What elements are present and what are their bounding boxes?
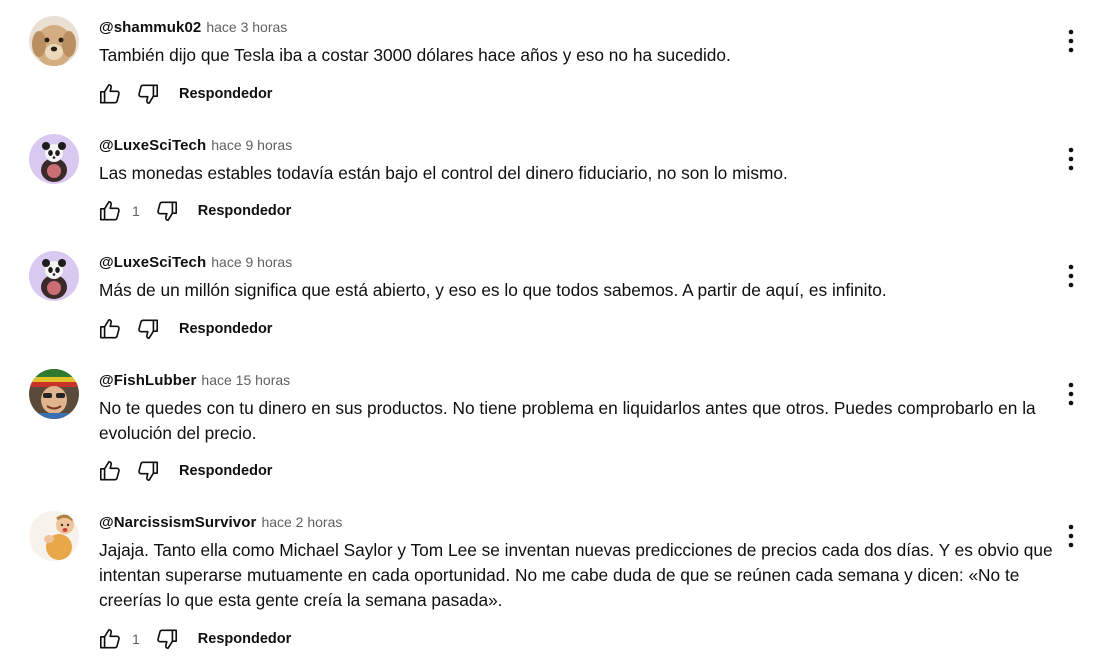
dislike-button[interactable] [153, 197, 181, 225]
comment-header: @LuxeSciTech hace 9 horas [99, 251, 292, 273]
reply-button[interactable]: Respondedor [179, 86, 272, 102]
thumbs-down-icon [138, 319, 159, 340]
panda-avatar-icon [29, 134, 79, 184]
comment-text: Más de un millón significa que está abie… [99, 280, 887, 300]
comment-text: También dijo que Tesla iba a costar 3000… [99, 45, 731, 65]
dog-avatar-icon [29, 16, 79, 66]
comment-author[interactable]: @FishLubber [99, 372, 196, 389]
comment-author[interactable]: @NarcissismSurvivor [99, 514, 256, 531]
reply-button[interactable]: Respondedor [198, 203, 291, 219]
comment-text: No te quedes con tu dinero en sus produc… [99, 398, 1036, 443]
avatar[interactable] [29, 134, 79, 184]
thumbs-up-icon [99, 83, 120, 104]
more-vert-icon [1068, 524, 1074, 548]
reply-button[interactable]: Respondedor [198, 631, 291, 647]
more-vert-icon [1068, 29, 1074, 53]
thumbs-down-icon [156, 629, 177, 650]
comment-menu-button[interactable] [1060, 26, 1082, 56]
like-count: 1 [132, 203, 140, 219]
dislike-button[interactable] [134, 457, 162, 485]
dislike-button[interactable] [134, 80, 162, 108]
comment-actions: 1 Respondedor [96, 625, 291, 653]
person-avatar-icon [29, 369, 79, 419]
avatar[interactable] [29, 369, 79, 419]
comment-header: @shammuk02 hace 3 horas [99, 16, 287, 38]
thumbs-down-icon [138, 84, 159, 105]
dislike-button[interactable] [134, 315, 162, 343]
like-button[interactable] [96, 197, 124, 225]
comment-actions: Respondedor [96, 457, 272, 485]
comment-author[interactable]: @LuxeSciTech [99, 137, 206, 154]
comment-actions: Respondedor [96, 80, 272, 108]
thumbs-down-icon [156, 201, 177, 222]
comment-menu-button[interactable] [1060, 379, 1082, 409]
avatar[interactable] [29, 251, 79, 301]
comment-time[interactable]: hace 9 horas [211, 137, 292, 153]
comment-header: @NarcissismSurvivor hace 2 horas [99, 511, 342, 533]
comment-author[interactable]: @shammuk02 [99, 19, 201, 36]
comments-section: @shammuk02 hace 3 horas También dijo que… [0, 0, 1100, 663]
like-button[interactable] [96, 625, 124, 653]
thumbs-up-icon [99, 200, 120, 221]
thumbs-up-icon [99, 318, 120, 339]
comment-actions: Respondedor [96, 315, 272, 343]
comment-time[interactable]: hace 9 horas [211, 254, 292, 270]
baby-avatar-icon [29, 511, 79, 561]
comment-menu-button[interactable] [1060, 144, 1082, 174]
thumbs-up-icon [99, 628, 120, 649]
like-button[interactable] [96, 315, 124, 343]
comment-menu-button[interactable] [1060, 521, 1082, 551]
comment-menu-button[interactable] [1060, 261, 1082, 291]
avatar[interactable] [29, 511, 79, 561]
comment-author[interactable]: @LuxeSciTech [99, 254, 206, 271]
more-vert-icon [1068, 264, 1074, 288]
thumbs-up-icon [99, 460, 120, 481]
comment-text: Las monedas estables todavía están bajo … [99, 163, 788, 183]
panda-avatar-icon [29, 251, 79, 301]
comment-time[interactable]: hace 3 horas [206, 19, 287, 35]
dislike-button[interactable] [153, 625, 181, 653]
comment-time[interactable]: hace 2 horas [261, 514, 342, 530]
like-count: 1 [132, 631, 140, 647]
thumbs-down-icon [138, 461, 159, 482]
avatar[interactable] [29, 16, 79, 66]
like-button[interactable] [96, 457, 124, 485]
reply-button[interactable]: Respondedor [179, 463, 272, 479]
comment-header: @FishLubber hace 15 horas [99, 369, 290, 391]
like-button[interactable] [96, 80, 124, 108]
comment-header: @LuxeSciTech hace 9 horas [99, 134, 292, 156]
more-vert-icon [1068, 382, 1074, 406]
comment-time[interactable]: hace 15 horas [201, 372, 290, 388]
reply-button[interactable]: Respondedor [179, 321, 272, 337]
comment-text: Jajaja. Tanto ella como Michael Saylor y… [99, 540, 1053, 610]
more-vert-icon [1068, 147, 1074, 171]
comment-actions: 1 Respondedor [96, 197, 291, 225]
